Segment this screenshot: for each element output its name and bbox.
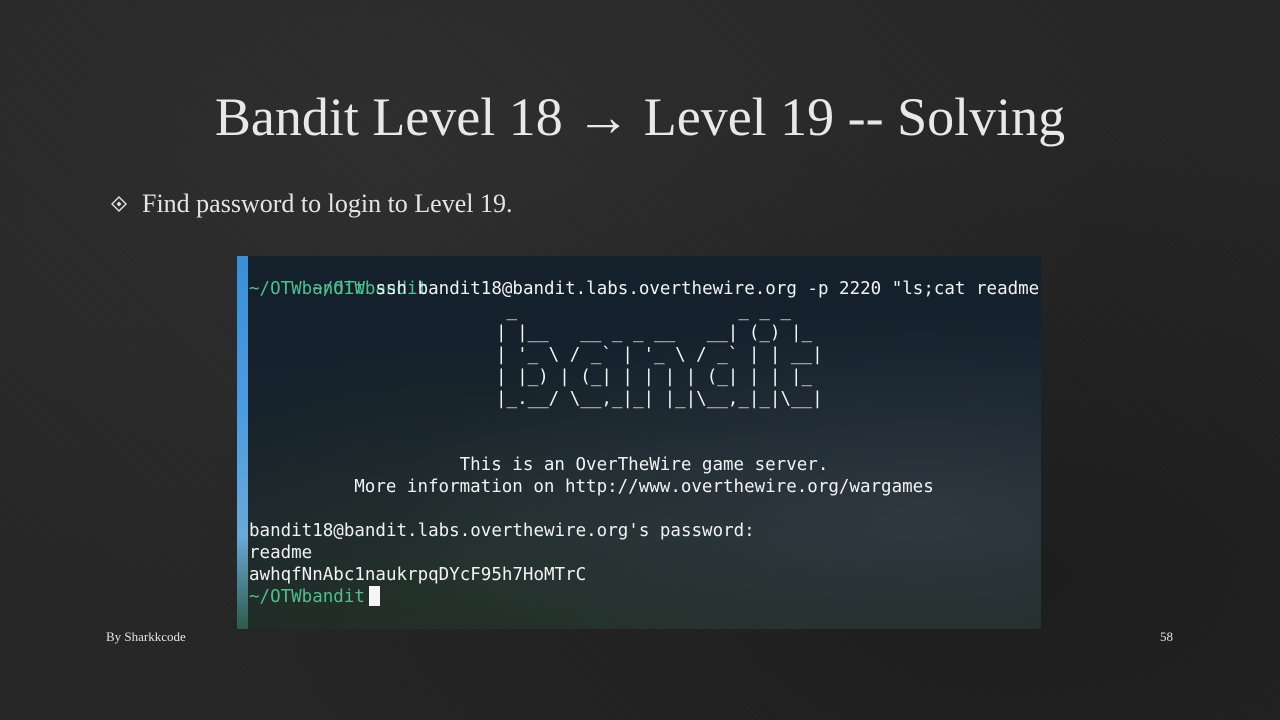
ssh-command: ssh bandit18@bandit.labs.overthewire.org… — [375, 279, 1041, 299]
ascii-banner-line: | |__ __ _ _ __ __| (_) |_ — [496, 323, 823, 343]
prompt-path: ~/OTWbandit — [249, 587, 365, 607]
ls-output-line: readme — [249, 543, 313, 563]
bullet-text: Find password to login to Level 19. — [142, 189, 513, 218]
terminal-line-final-prompt: ~/OTWbandit — [249, 586, 755, 608]
terminal-content: ~/OTWbandit ~/OTWbandit ssh bandit18@ban… — [249, 256, 1041, 607]
prompt-path: ~/OTWbandit — [249, 279, 365, 299]
ascii-banner-line: _ _ _ _ — [496, 301, 823, 321]
ascii-banner-line: | '_ \ / _` | '_ \ / _` | | __| — [496, 345, 823, 365]
terminal-screenshot: ~/OTWbandit ~/OTWbandit ssh bandit18@ban… — [237, 256, 1041, 629]
terminal-line-prompt: ~/OTWbandit — [249, 256, 1039, 299]
diamond-bullet-icon — [110, 195, 128, 213]
password-prompt-line: bandit18@bandit.labs.overthewire.org's p… — [249, 521, 755, 541]
footer-page-number: 58 — [1160, 629, 1173, 644]
bandit-ascii-banner: _ _ _ _ | |__ __ _ _ __ __| (_) |_ | '_ … — [496, 300, 823, 410]
slide-title: Bandit Level 18 → Level 19 -- Solving — [214, 87, 1066, 147]
readme-content-line: awhqfNnAbc1naukrpqDYcF95h7HoMTrC — [249, 565, 587, 585]
server-info-line: This is an OverTheWire game server. — [459, 455, 829, 475]
terminal-window-edge — [237, 256, 248, 629]
footer-author: By Sharkkcode — [106, 629, 186, 644]
ascii-banner-line: |_.__/ \__,_|_| |_|\__,_|_|\__| — [496, 389, 823, 409]
terminal-output: bandit18@bandit.labs.overthewire.org's p… — [249, 520, 755, 608]
terminal-line-command: ~/OTWbandit ssh bandit18@bandit.labs.ove… — [249, 278, 1041, 300]
ascii-banner-line: | |_) | (_| | | | | (_| | | |_ — [496, 367, 823, 387]
terminal-cursor — [368, 586, 380, 606]
bullet-item: Find password to login to Level 19. — [110, 186, 512, 222]
server-info-url-line: More information on http://www.overthewi… — [354, 477, 934, 497]
